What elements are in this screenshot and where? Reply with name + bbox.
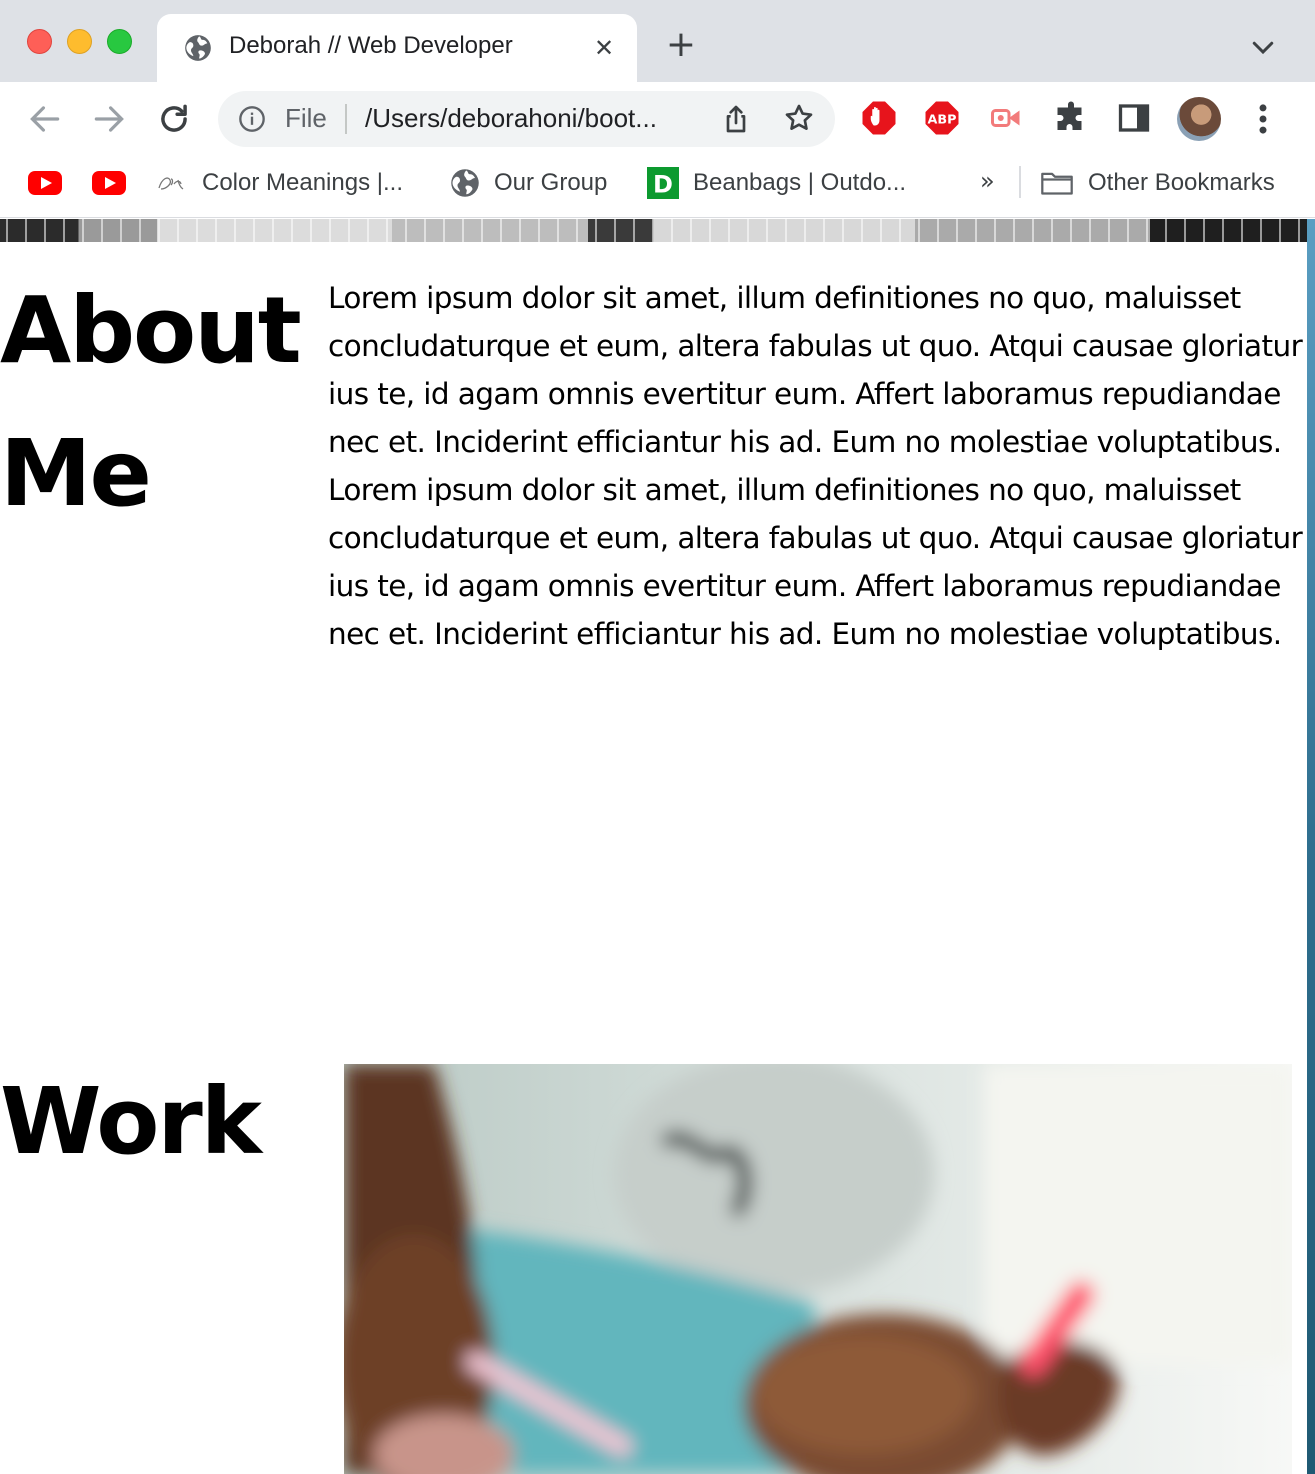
address-bar[interactable]: File /Users/deborahoni/boot... — [218, 91, 835, 147]
share-icon[interactable] — [720, 103, 752, 135]
globe-icon — [185, 35, 211, 61]
svg-text:ABP: ABP — [928, 112, 957, 127]
bookmark-star-icon[interactable] — [783, 102, 815, 134]
bookmark-label: Color Meanings |... — [202, 169, 403, 196]
bookmark-color-meanings[interactable]: Color Meanings |... — [156, 166, 403, 200]
bookmark-label: Our Group — [494, 169, 608, 196]
tab-title: Deborah // Web Developer — [229, 32, 513, 59]
minimize-window-button[interactable] — [67, 29, 92, 54]
toolbar: File /Users/deborahoni/boot... ABP — [0, 82, 1315, 156]
tab-close-icon[interactable]: ✕ — [589, 33, 619, 63]
about-paragraph: Lorem ipsum dolor sit amet, illum defini… — [328, 281, 1303, 651]
folder-icon — [1041, 172, 1073, 195]
youtube-bookmark-icon[interactable] — [92, 171, 126, 195]
bookmark-label: Beanbags | Outdo... — [693, 169, 907, 196]
side-panel-icon[interactable] — [1116, 100, 1152, 136]
about-heading: About Me — [0, 277, 302, 527]
d4u-script-icon — [158, 177, 184, 190]
profile-avatar[interactable] — [1177, 97, 1221, 141]
bookmarks-divider — [1019, 166, 1021, 198]
address-separator — [345, 104, 347, 134]
abp-icon[interactable]: ABP — [924, 100, 960, 136]
page-viewport[interactable]: About Me Lorem ipsum dolor sit amet, ill… — [0, 219, 1307, 1474]
screencast-extension-icon[interactable] — [988, 100, 1024, 136]
info-icon[interactable] — [238, 105, 266, 133]
tab-search-chevron-icon[interactable] — [1248, 32, 1278, 62]
youtube-bookmark-icon[interactable] — [28, 171, 62, 195]
url-text[interactable]: /Users/deborahoni/boot... — [365, 103, 700, 134]
svg-text:D: D — [653, 170, 673, 198]
kebab-menu-icon[interactable] — [1250, 100, 1276, 138]
bookmarks-overflow-chevron[interactable]: » — [980, 167, 995, 195]
url-scheme: File — [285, 103, 327, 133]
bookmark-label: Other Bookmarks — [1088, 169, 1275, 196]
globe-icon — [451, 169, 479, 197]
close-window-button[interactable] — [27, 29, 52, 54]
bookmark-beanbags[interactable]: D Beanbags | Outdo... — [647, 166, 906, 200]
work-photo — [344, 1064, 1292, 1474]
desktop-background-edge — [1307, 219, 1315, 1474]
adblock-hand-icon[interactable] — [861, 100, 897, 136]
work-heading: Work — [0, 1068, 262, 1175]
other-bookmarks[interactable]: Other Bookmarks — [1040, 166, 1275, 200]
dunelm-d-icon: D — [647, 167, 679, 199]
fullscreen-window-button[interactable] — [107, 29, 132, 54]
new-tab-button[interactable]: + — [664, 27, 698, 63]
back-arrow-icon[interactable] — [26, 100, 64, 138]
bookmark-our-group[interactable]: Our Group — [450, 166, 607, 200]
reload-icon[interactable] — [155, 100, 193, 138]
active-tab[interactable]: Deborah // Web Developer ✕ — [157, 14, 637, 82]
hero-image-strip — [0, 219, 1307, 242]
tab-strip: Deborah // Web Developer ✕ + — [0, 0, 1315, 82]
extensions-puzzle-icon[interactable] — [1053, 100, 1089, 136]
forward-arrow-icon[interactable] — [90, 100, 128, 138]
